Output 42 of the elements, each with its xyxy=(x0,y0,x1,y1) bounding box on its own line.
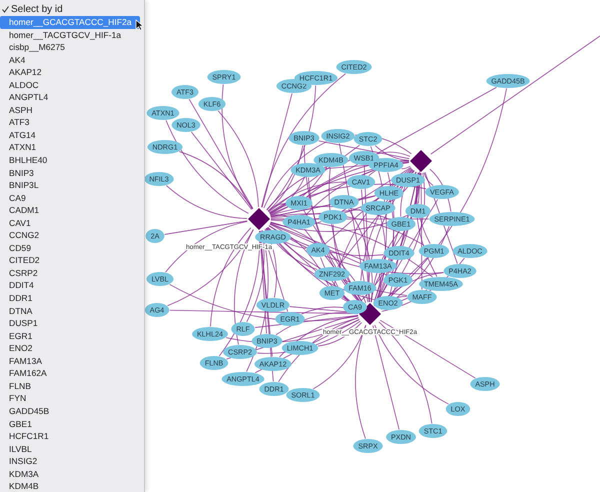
menu-item[interactable]: FAM13A xyxy=(0,354,144,368)
menu-item[interactable]: CD59 xyxy=(0,242,144,254)
menu-item[interactable]: CSRP2 xyxy=(0,266,144,280)
menu-item[interactable]: AK4 xyxy=(0,54,144,66)
menu-item[interactable]: GADD45B xyxy=(0,404,144,418)
menu-item[interactable]: cisbp__M6275 xyxy=(0,41,144,54)
cursor-icon xyxy=(135,19,144,31)
menu-item[interactable]: CA9 xyxy=(0,192,144,204)
menu-item[interactable]: DDR1 xyxy=(0,292,144,305)
menu-item[interactable]: ATF3 xyxy=(0,116,144,129)
menu-item[interactable]: homer__GCACGTACCC_HIF2a xyxy=(0,16,140,29)
menu-item[interactable]: CAV1 xyxy=(0,216,144,230)
menu-item[interactable]: EGR1 xyxy=(0,330,144,342)
menu-item[interactable]: ATG14 xyxy=(0,128,144,142)
menu-item[interactable]: INSIG2 xyxy=(0,455,144,468)
menu-item[interactable]: HCFC1R1 xyxy=(0,430,144,443)
menu-item[interactable]: AKAP12 xyxy=(0,66,144,79)
hub-node[interactable] xyxy=(248,208,270,230)
menu-item[interactable]: CADM1 xyxy=(0,204,144,217)
menu-item[interactable]: BNIP3 xyxy=(0,166,144,180)
menu-item[interactable]: FYN xyxy=(0,392,144,405)
menu-item[interactable]: KDM4B xyxy=(0,480,144,492)
menu-item[interactable]: homer__TACGTGCV_HIF-1a xyxy=(0,28,144,42)
menu-item[interactable]: ALDOC xyxy=(0,78,144,92)
menu-item[interactable]: BNIP3L xyxy=(0,179,144,192)
menu-item[interactable]: GBE1 xyxy=(0,418,144,430)
menu-item[interactable]: KDM3A xyxy=(0,468,144,480)
hub-node[interactable] xyxy=(410,150,432,172)
menu-item[interactable]: ASPH xyxy=(0,104,144,116)
menu-item[interactable]: FAM162A xyxy=(0,367,144,380)
menu-item[interactable]: DTNA xyxy=(0,304,144,318)
menu-item[interactable]: DUSP1 xyxy=(0,317,144,330)
menu-item[interactable]: ENO2 xyxy=(0,342,144,355)
menu-item[interactable]: CITED2 xyxy=(0,254,144,267)
menu-item[interactable]: BHLHE40 xyxy=(0,154,144,167)
menu-item[interactable]: ATXN1 xyxy=(0,141,144,154)
menu-item[interactable]: FLNB xyxy=(0,380,144,392)
menu-item[interactable]: DDIT4 xyxy=(0,279,144,292)
menu-item[interactable]: ANGPTL4 xyxy=(0,91,144,104)
menu-item[interactable]: ILVBL xyxy=(0,442,144,456)
menu-header: Select by id xyxy=(11,2,63,16)
menu-item[interactable]: CCNG2 xyxy=(0,229,144,242)
